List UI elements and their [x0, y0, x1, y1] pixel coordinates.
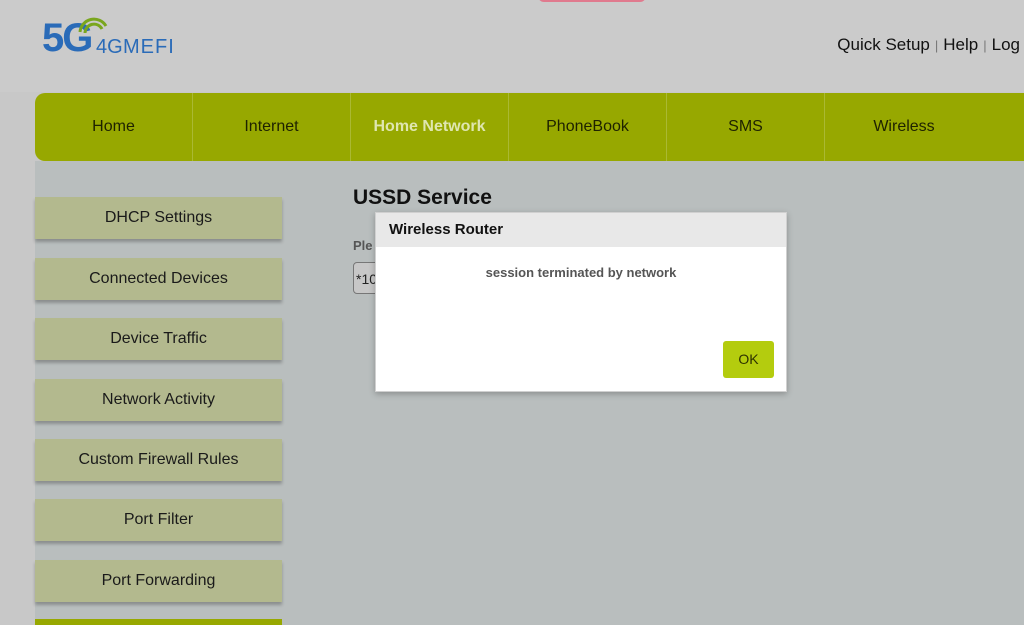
- sidebar-item-active[interactable]: [35, 619, 282, 625]
- ok-button[interactable]: OK: [723, 341, 774, 378]
- sidebar-item-network-activity[interactable]: Network Activity: [35, 379, 282, 421]
- dialog-title: Wireless Router: [376, 213, 786, 247]
- separator: |: [983, 38, 987, 53]
- alert-dialog: Wireless Router session terminated by ne…: [375, 212, 787, 392]
- logo-4g-text: 4G: [96, 36, 123, 58]
- top-indicator: [538, 0, 646, 2]
- nav-sms[interactable]: SMS: [667, 93, 825, 161]
- sidebar-item-custom-firewall-rules[interactable]: Custom Firewall Rules: [35, 439, 282, 481]
- dialog-message: session terminated by network: [485, 265, 677, 280]
- sidebar-item-port-filter[interactable]: Port Filter: [35, 499, 282, 541]
- nav-home[interactable]: Home: [35, 93, 193, 161]
- help-link[interactable]: Help: [943, 35, 978, 54]
- main-nav: Home Internet Home Network PhoneBook SMS…: [35, 93, 1024, 161]
- separator: |: [934, 38, 939, 53]
- logout-link[interactable]: Log: [992, 35, 1020, 54]
- nav-wireless[interactable]: Wireless: [825, 93, 983, 161]
- sidebar-item-dhcp-settings[interactable]: DHCP Settings: [35, 197, 282, 239]
- nav-internet[interactable]: Internet: [193, 93, 351, 161]
- header: 5G 4G MEFI Quick Setup | Help | Log: [0, 0, 1024, 92]
- sidebar-item-port-forwarding[interactable]: Port Forwarding: [35, 560, 282, 602]
- logo-brand-text: MEFI: [123, 36, 175, 58]
- sidebar-item-device-traffic[interactable]: Device Traffic: [35, 318, 282, 360]
- sidebar-item-connected-devices[interactable]: Connected Devices: [35, 258, 282, 300]
- quick-setup-link[interactable]: Quick Setup: [837, 35, 930, 54]
- page-title: USSD Service: [353, 186, 492, 209]
- top-links: Quick Setup | Help | Log: [837, 35, 1020, 55]
- signal-icon: [78, 17, 108, 34]
- ussd-label: Ple: [353, 238, 373, 253]
- nav-home-network[interactable]: Home Network: [351, 93, 509, 161]
- nav-phonebook[interactable]: PhoneBook: [509, 93, 667, 161]
